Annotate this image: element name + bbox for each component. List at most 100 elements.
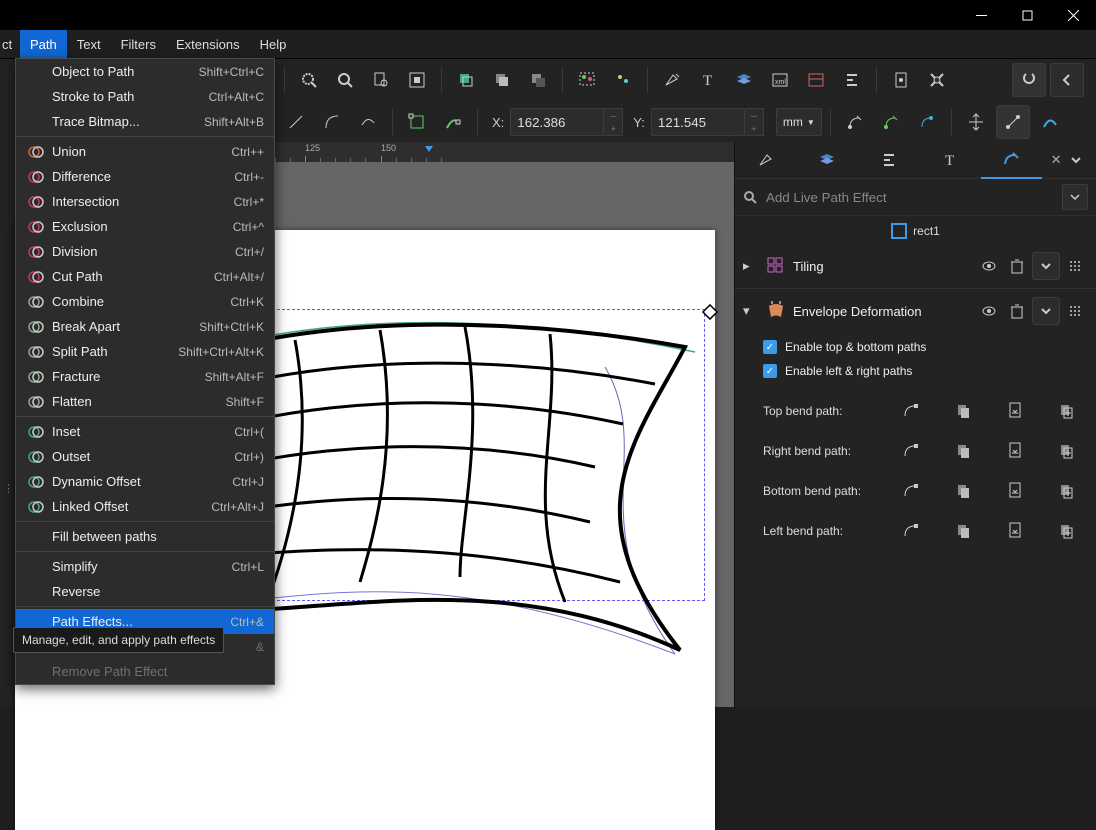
edit-on-canvas-icon[interactable] [893, 523, 931, 539]
menu-item-path[interactable]: Path [20, 30, 67, 58]
duplicate-icon[interactable] [450, 64, 482, 96]
copy-path-icon[interactable] [944, 523, 982, 539]
paste-path-icon[interactable] [996, 402, 1034, 420]
group-icon[interactable] [571, 64, 603, 96]
lpe-add-dropdown[interactable] [1062, 184, 1088, 210]
menu-item-outset[interactable]: OutsetCtrl+) [16, 444, 274, 469]
menu-item-help[interactable]: Help [250, 30, 297, 58]
link-path-icon[interactable] [1048, 483, 1086, 499]
menu-item-truncated[interactable]: ct [0, 30, 20, 58]
menu-item-intersection[interactable]: IntersectionCtrl+* [16, 189, 274, 214]
link-path-icon[interactable] [1048, 403, 1086, 419]
visibility-toggle[interactable] [976, 253, 1002, 279]
maximize-button[interactable] [1004, 0, 1050, 30]
zoom-selection-icon[interactable] [293, 64, 325, 96]
delete-effect-button[interactable] [1004, 298, 1030, 324]
object-to-path-icon[interactable] [401, 106, 433, 138]
menu-item-difference[interactable]: DifferenceCtrl+- [16, 164, 274, 189]
menu-item-extensions[interactable]: Extensions [166, 30, 250, 58]
menu-item-inset[interactable]: InsetCtrl+( [16, 419, 274, 444]
menu-item-text[interactable]: Text [67, 30, 111, 58]
edit-mask-icon[interactable] [875, 106, 907, 138]
show-transform-handles-icon[interactable] [960, 106, 992, 138]
ungroup-icon[interactable] [607, 64, 639, 96]
paste-path-icon[interactable] [996, 442, 1034, 460]
menu-item-trace-bitmap-[interactable]: Trace Bitmap...Shift+Alt+B [16, 109, 274, 134]
close-button[interactable] [1050, 0, 1096, 30]
tab-path-effects[interactable] [981, 141, 1042, 179]
lpe-effect-envelope[interactable]: ▾ Envelope Deformation [735, 291, 1096, 331]
zoom-drawing-icon[interactable] [329, 64, 361, 96]
paste-path-icon[interactable] [996, 522, 1034, 540]
layers-icon[interactable] [728, 64, 760, 96]
copy-path-icon[interactable] [944, 483, 982, 499]
fill-stroke-icon[interactable] [656, 64, 688, 96]
visibility-toggle[interactable] [976, 298, 1002, 324]
x-input[interactable] [510, 108, 604, 136]
y-spinner[interactable]: ─+ [745, 108, 764, 136]
menu-item-dynamic-offset[interactable]: Dynamic OffsetCtrl+J [16, 469, 274, 494]
menu-item-flatten[interactable]: FlattenShift+F [16, 389, 274, 414]
clone-icon[interactable] [486, 64, 518, 96]
lpe-search-input[interactable] [764, 183, 1056, 211]
node-line-icon[interactable] [280, 106, 312, 138]
menu-item-union[interactable]: UnionCtrl++ [16, 139, 274, 164]
edit-on-canvas-icon[interactable] [893, 443, 931, 459]
checkbox-left-right[interactable]: ✓Enable left & right paths [763, 359, 1086, 383]
menu-item-cut-path[interactable]: Cut PathCtrl+Alt+/ [16, 264, 274, 289]
paste-path-icon[interactable] [996, 482, 1034, 500]
snap-toggle-button[interactable] [1012, 63, 1046, 97]
stroke-to-path-icon[interactable] [437, 106, 469, 138]
menu-item-simplify[interactable]: SimplifyCtrl+L [16, 554, 274, 579]
menu-item-division[interactable]: DivisionCtrl+/ [16, 239, 274, 264]
menu-item-break-apart[interactable]: Break ApartShift+Ctrl+K [16, 314, 274, 339]
effect-menu-button[interactable] [1032, 252, 1060, 280]
copy-path-icon[interactable] [944, 443, 982, 459]
node-curve-icon[interactable] [316, 106, 348, 138]
tab-fill-stroke[interactable] [735, 142, 796, 178]
drag-handle-icon[interactable] [1062, 253, 1088, 279]
menu-item-combine[interactable]: CombineCtrl+K [16, 289, 274, 314]
menu-item-fracture[interactable]: FractureShift+Alt+F [16, 364, 274, 389]
preferences-icon[interactable] [921, 64, 953, 96]
tab-close-button[interactable]: ✕ [1042, 152, 1070, 168]
unit-selector[interactable]: mm▼ [776, 108, 822, 136]
tab-more-button[interactable] [1070, 154, 1096, 166]
copy-path-icon[interactable] [944, 403, 982, 419]
minimize-button[interactable] [958, 0, 1004, 30]
show-outline-icon[interactable] [1034, 106, 1066, 138]
node-arc-icon[interactable] [352, 106, 384, 138]
menu-item-stroke-to-path[interactable]: Stroke to PathCtrl+Alt+C [16, 84, 274, 109]
link-path-icon[interactable] [1048, 443, 1086, 459]
menu-item-linked-offset[interactable]: Linked OffsetCtrl+Alt+J [16, 494, 274, 519]
menu-item-reverse[interactable]: Reverse [16, 579, 274, 604]
zoom-center-icon[interactable] [401, 64, 433, 96]
align-icon[interactable] [836, 64, 868, 96]
menu-item-fill-between-paths[interactable]: Fill between paths [16, 524, 274, 549]
edit-on-canvas-icon[interactable] [893, 483, 931, 499]
edit-on-canvas-icon[interactable] [893, 403, 931, 419]
x-spinner[interactable]: ─+ [604, 108, 623, 136]
xml-icon[interactable]: xml [764, 64, 796, 96]
panel-gripper-icon[interactable]: ⋮⋮ [0, 482, 12, 495]
menu-item-filters[interactable]: Filters [111, 30, 166, 58]
show-handles-button[interactable] [996, 105, 1030, 139]
unlink-clone-icon[interactable] [522, 64, 554, 96]
y-input[interactable] [651, 108, 745, 136]
menu-item-object-to-path[interactable]: Object to PathShift+Ctrl+C [16, 59, 274, 84]
snap-options-button[interactable] [1050, 63, 1084, 97]
drag-handle-icon[interactable] [1062, 298, 1088, 324]
selectors-icon[interactable] [800, 64, 832, 96]
text-tool-icon[interactable]: T [692, 64, 724, 96]
menu-item-split-path[interactable]: Split PathShift+Ctrl+Alt+K [16, 339, 274, 364]
checkbox-top-bottom[interactable]: ✓Enable top & bottom paths [763, 335, 1086, 359]
tab-text[interactable]: T [919, 142, 980, 178]
edit-clip-icon[interactable] [839, 106, 871, 138]
menu-item-exclusion[interactable]: ExclusionCtrl+^ [16, 214, 274, 239]
doc-properties-icon[interactable] [885, 64, 917, 96]
zoom-page-icon[interactable] [365, 64, 397, 96]
link-path-icon[interactable] [1048, 523, 1086, 539]
disclosure-right-icon[interactable]: ▸ [743, 258, 759, 274]
disclosure-down-icon[interactable]: ▾ [743, 303, 759, 319]
delete-effect-button[interactable] [1004, 253, 1030, 279]
